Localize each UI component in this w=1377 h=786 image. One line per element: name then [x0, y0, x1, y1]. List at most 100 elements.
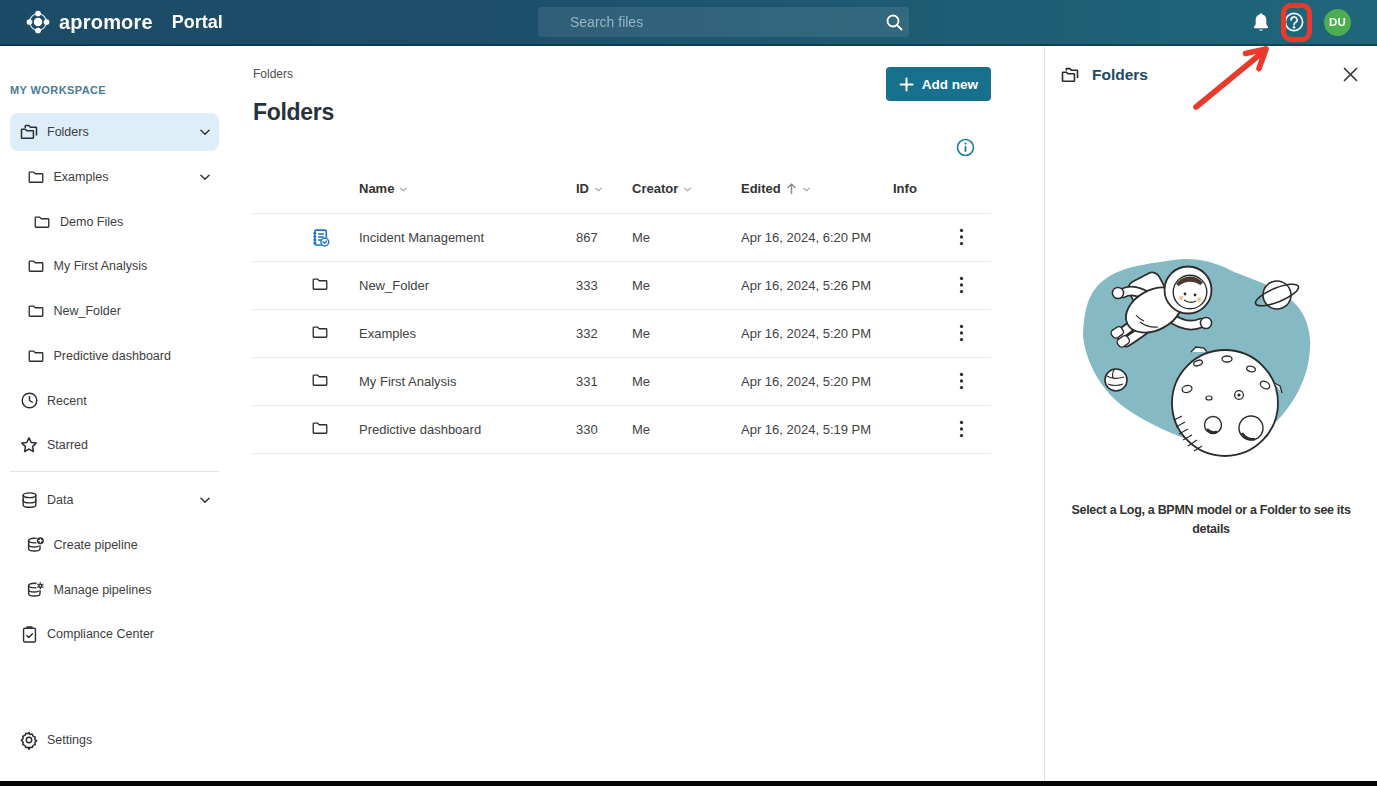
cell-info [893, 261, 991, 309]
column-label: Name [359, 181, 394, 196]
row-menu-kebab-icon[interactable] [953, 418, 970, 440]
column-header-id[interactable]: ID [576, 165, 632, 213]
sidebar-item-label: Recent [47, 394, 87, 408]
breadcrumb[interactable]: Folders [253, 67, 991, 81]
database-gear-icon [26, 580, 46, 600]
row-menu-kebab-icon[interactable] [953, 274, 970, 296]
column-label: Info [893, 181, 917, 196]
brand-name: apromore [59, 11, 153, 34]
table-row-my-first-analysis[interactable]: My First Analysis331MeApr 16, 2024, 5:20… [253, 357, 991, 405]
plus-icon [899, 77, 914, 92]
sidebar-bottom: Settings [0, 721, 229, 759]
sidebar-item-predictive-dashboard[interactable]: Predictive dashboard [10, 337, 219, 375]
sort-caret-icon [802, 185, 811, 194]
folder-icon [26, 346, 46, 366]
chevron-down-icon[interactable] [198, 170, 212, 184]
cell-name[interactable]: Predictive dashboard [359, 405, 576, 453]
cell-edited: Apr 16, 2024, 5:26 PM [741, 261, 893, 309]
topbar-actions: DU [1248, 0, 1377, 44]
details-panel: Folders [1044, 46, 1377, 781]
row-menu-kebab-icon[interactable] [953, 370, 970, 392]
cell-edited: Apr 16, 2024, 6:20 PM [741, 213, 893, 261]
sidebar-item-manage-pipelines[interactable]: Manage pipelines [10, 571, 219, 609]
cell-name[interactable]: Examples [359, 309, 576, 357]
avatar[interactable]: DU [1324, 9, 1351, 36]
cell-creator: Me [632, 261, 741, 309]
workspace-section-label: MY WORKSPACE [10, 84, 229, 97]
sidebar-item-folders[interactable]: Folders [10, 113, 219, 151]
table-row-predictive-dashboard[interactable]: Predictive dashboard330MeApr 16, 2024, 5… [253, 405, 991, 453]
folder-icon [311, 419, 331, 439]
column-header-name[interactable]: Name [359, 165, 576, 213]
clipboard-check-icon [19, 624, 39, 644]
sidebar-item-label: Predictive dashboard [54, 349, 171, 363]
details-panel-title: Folders [1092, 66, 1148, 84]
page-title: Folders [253, 99, 991, 125]
column-header-icon [253, 165, 359, 213]
folder-icon [311, 323, 331, 343]
sidebar-divider [10, 471, 219, 472]
sort-caret-icon [594, 185, 603, 194]
sidebar-item-new-folder[interactable]: New_Folder [10, 292, 219, 330]
cell-edited: Apr 16, 2024, 5:20 PM [741, 357, 893, 405]
sidebar-item-label: New_Folder [54, 304, 121, 318]
cell-info [893, 357, 991, 405]
folder-icon [26, 301, 46, 321]
sidebar-item-create-pipeline[interactable]: Create pipeline [10, 526, 219, 564]
folder-icon [26, 256, 46, 276]
column-header-creator[interactable]: Creator [632, 165, 741, 213]
table-row-new-folder[interactable]: New_Folder333MeApr 16, 2024, 5:26 PM [253, 261, 991, 309]
notifications-bell-icon[interactable] [1248, 9, 1274, 35]
cell-creator: Me [632, 213, 741, 261]
folder-icon [311, 275, 331, 295]
sidebar-item-examples[interactable]: Examples [10, 158, 219, 196]
column-header-edited[interactable]: Edited [741, 165, 893, 213]
cell-info [893, 213, 991, 261]
sidebar-item-data[interactable]: Data [10, 481, 219, 519]
chevron-down-icon[interactable] [198, 493, 212, 507]
add-new-button[interactable]: Add new [886, 67, 991, 101]
table-toolbar [253, 138, 991, 157]
table-header-row: Name ID Creator EditedInfo [253, 165, 991, 213]
sidebar-item-compliance-center[interactable]: Compliance Center [10, 615, 219, 653]
column-label: ID [576, 181, 589, 196]
sidebar-item-demo-files[interactable]: Demo Files [10, 203, 219, 241]
star-icon [19, 435, 39, 455]
sidebar-item-label: Create pipeline [54, 538, 138, 552]
chevron-down-icon[interactable] [198, 125, 212, 139]
window-bottom-edge [0, 781, 1377, 786]
table-row-incident-management[interactable]: Incident Management867MeApr 16, 2024, 6:… [253, 213, 991, 261]
close-icon[interactable] [1342, 66, 1359, 83]
row-menu-kebab-icon[interactable] [953, 322, 970, 344]
cell-name[interactable]: Incident Management [359, 213, 576, 261]
cell-name[interactable]: My First Analysis [359, 357, 576, 405]
folders-icon [1060, 65, 1080, 85]
cell-edited: Apr 16, 2024, 5:20 PM [741, 309, 893, 357]
search-icon[interactable] [879, 7, 909, 37]
add-new-label: Add new [922, 77, 978, 92]
folder-icon [311, 371, 331, 391]
sidebar-item-starred[interactable]: Starred [10, 426, 219, 464]
search-input[interactable] [538, 14, 879, 30]
help-icon[interactable] [1281, 9, 1307, 35]
apromore-logo-icon [26, 10, 50, 34]
info-icon[interactable] [956, 138, 975, 157]
sort-ascending-icon [786, 182, 797, 195]
files-table: Name ID Creator EditedInfo Incident Managem… [253, 165, 991, 454]
column-label: Creator [632, 181, 678, 196]
sort-caret-icon [683, 185, 692, 194]
sidebar-item-label: Folders [47, 125, 89, 139]
sidebar-item-my-first-analysis[interactable]: My First Analysis [10, 247, 219, 285]
sidebar-item-recent[interactable]: Recent [10, 382, 219, 420]
row-menu-kebab-icon[interactable] [953, 226, 970, 248]
sidebar-item-label: Manage pipelines [54, 583, 152, 597]
app-title: Portal [172, 12, 223, 33]
database-plus-icon [26, 535, 46, 555]
apromore-logo[interactable]: apromore [26, 10, 153, 34]
sidebar-item-label: Compliance Center [47, 627, 154, 641]
cell-name[interactable]: New_Folder [359, 261, 576, 309]
sidebar-item-settings[interactable]: Settings [10, 721, 219, 759]
sidebar-item-label: Settings [47, 733, 92, 747]
table-row-examples[interactable]: Examples332MeApr 16, 2024, 5:20 PM [253, 309, 991, 357]
sidebar-item-label: Examples [54, 170, 109, 184]
